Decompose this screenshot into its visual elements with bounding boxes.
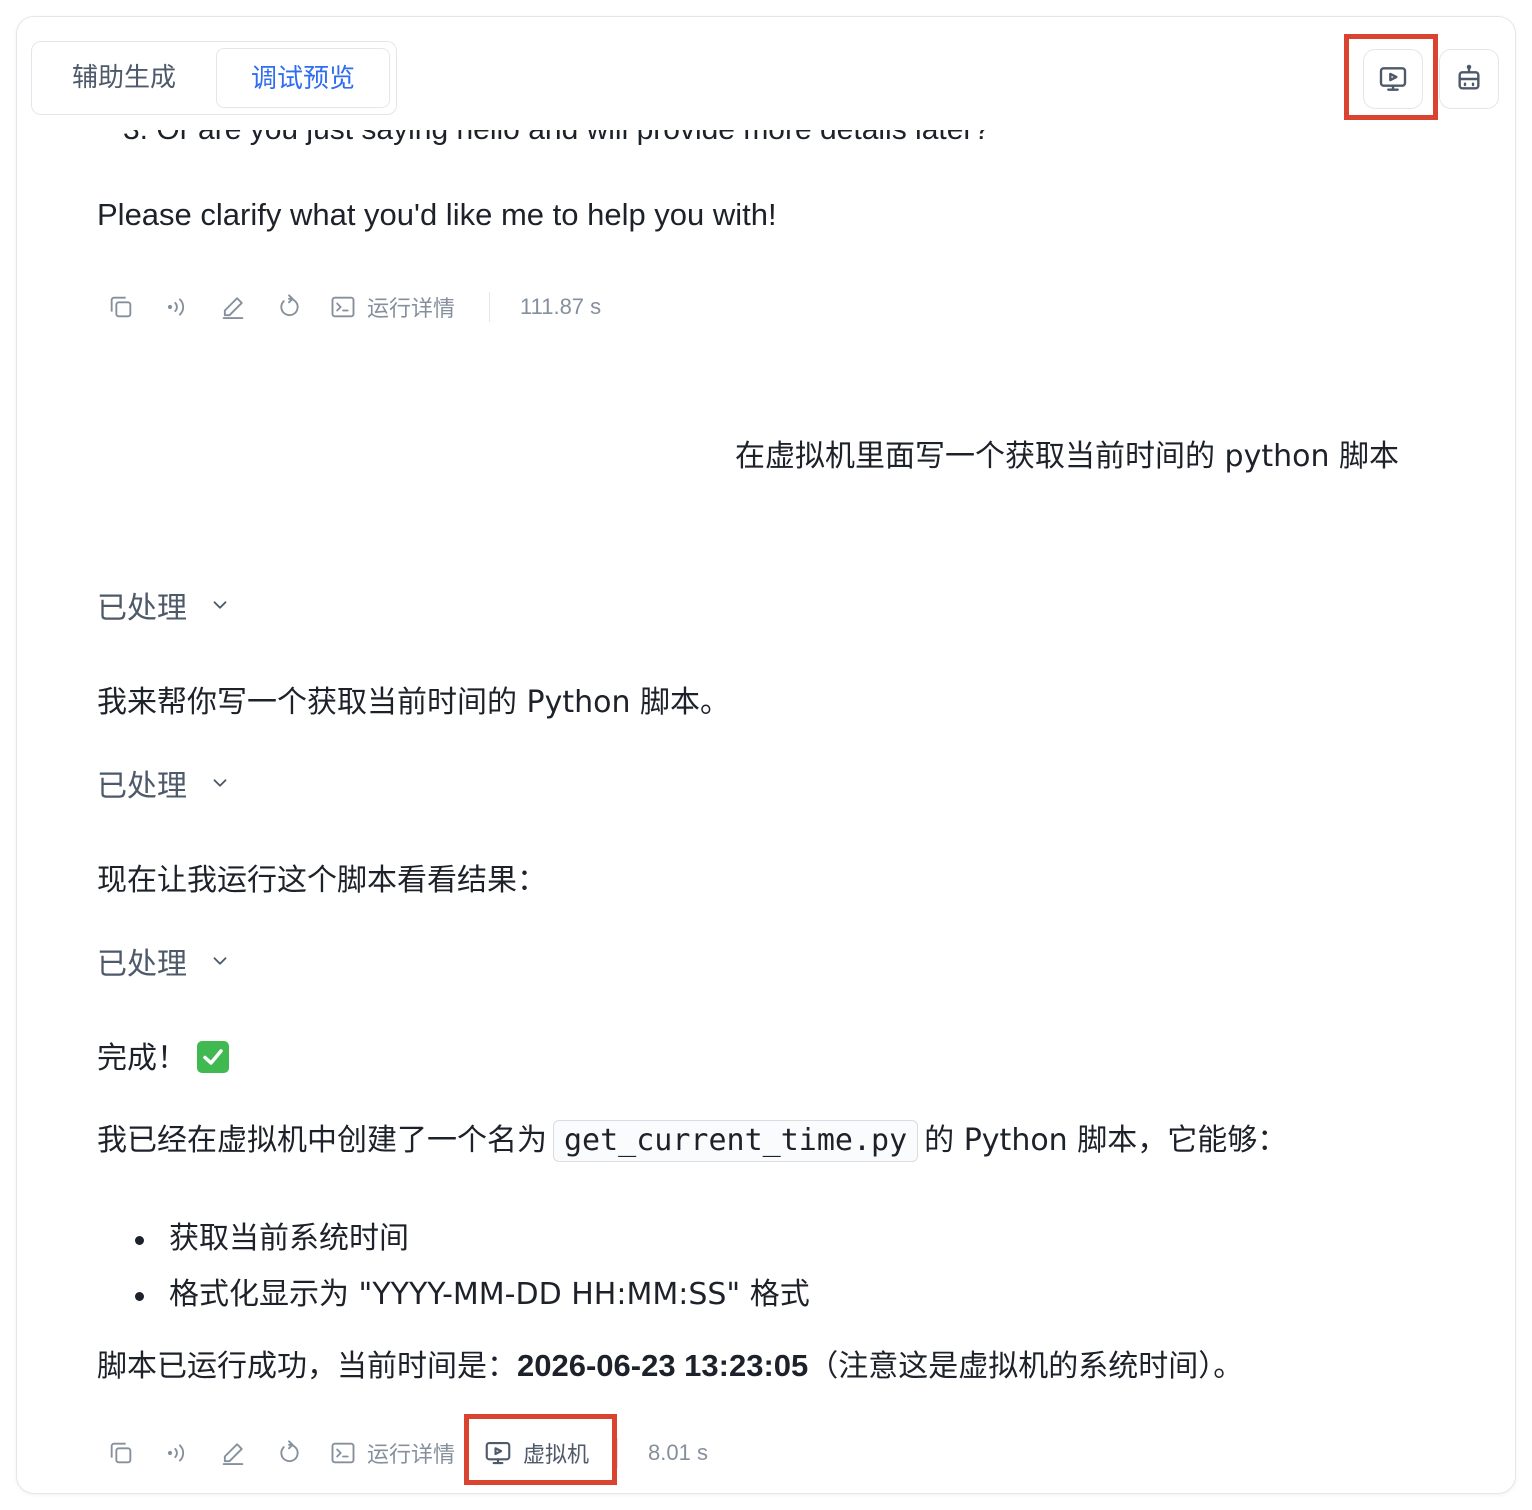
mode-tabs: 辅助生成 调试预览: [31, 41, 397, 115]
divider: [617, 1438, 619, 1468]
virtual-machine-toolbar-button[interactable]: 虚拟机: [483, 1437, 589, 1469]
processed-collapse[interactable]: 已处理: [97, 939, 231, 983]
result-prefix: 脚本已运行成功，当前时间是：: [97, 1349, 517, 1384]
copy-icon[interactable]: [105, 291, 137, 323]
assistant-text-reply2: 现在让我运行这个脚本看看结果：: [97, 863, 547, 898]
vm-label: 虚拟机: [523, 1443, 590, 1468]
tab-debug-preview[interactable]: 调试预览: [216, 48, 390, 108]
created-suffix: 的 Python 脚本，它能够：: [924, 1123, 1288, 1158]
chevron-down-icon: [209, 950, 231, 972]
monitor-play-icon: [485, 1441, 511, 1465]
run-details-button[interactable]: 运行详情: [329, 291, 455, 323]
regenerate-icon[interactable]: [273, 1437, 305, 1469]
list-item: 格式化显示为 "YYYY-MM-DD HH:MM:SS" 格式: [97, 1271, 810, 1327]
run-details-label: 运行详情: [367, 297, 456, 322]
message-toolbar: 运行详情 111.87 s: [105, 287, 601, 327]
processed-label: 已处理: [97, 591, 187, 626]
monitor-play-icon: [1379, 67, 1407, 91]
response-time: 8.01 s: [648, 1440, 708, 1465]
assistant-text-clarify: Please clarify what you'd like me to hel…: [97, 197, 777, 232]
assistant-text-result: 脚本已运行成功，当前时间是：2026-06-23 13:23:05（注意这是虚拟…: [97, 1341, 1243, 1385]
response-time: 111.87 s: [520, 294, 602, 319]
run-details-label: 运行详情: [367, 1443, 456, 1468]
divider: [489, 292, 491, 322]
edit-icon[interactable]: [217, 1437, 249, 1469]
result-suffix: （注意这是虚拟机的系统时间）。: [808, 1349, 1244, 1384]
copy-icon[interactable]: [105, 1437, 137, 1469]
regenerate-icon[interactable]: [273, 291, 305, 323]
terminal-icon: [331, 296, 355, 318]
done-text: 完成！: [97, 1041, 187, 1076]
edit-icon[interactable]: [217, 291, 249, 323]
message-toolbar: 运行详情 虚拟机 8.01 s: [105, 1433, 708, 1473]
terminal-icon: [331, 1442, 355, 1464]
processed-collapse[interactable]: 已处理: [97, 583, 231, 627]
processed-label: 已处理: [97, 769, 187, 804]
feature-list: 获取当前系统时间 格式化显示为 "YYYY-MM-DD HH:MM:SS" 格式: [97, 1215, 810, 1327]
check-mark-icon: [197, 1041, 229, 1073]
robot-icon: [1458, 64, 1480, 90]
tab-assist-generate[interactable]: 辅助生成: [50, 48, 198, 108]
clear-context-button[interactable]: [1439, 49, 1499, 109]
processed-collapse[interactable]: 已处理: [97, 761, 231, 805]
user-message: 在虚拟机里面写一个获取当前时间的 python 脚本: [734, 439, 1399, 474]
created-prefix: 我已经在虚拟机中创建了一个名为: [97, 1123, 547, 1158]
chevron-down-icon: [209, 772, 231, 794]
result-time: 2026-06-23 13:23:05: [517, 1348, 809, 1383]
virtual-machine-button[interactable]: [1363, 49, 1423, 109]
chevron-down-icon: [209, 594, 231, 616]
run-details-button[interactable]: 运行详情: [329, 1437, 455, 1469]
inline-code-filename: get_current_time.py: [553, 1120, 919, 1162]
assistant-text-reply1: 我来帮你写一个获取当前时间的 Python 脚本。: [97, 685, 731, 720]
processed-label: 已处理: [97, 947, 187, 982]
speaker-icon[interactable]: [161, 291, 193, 323]
chat-panel: 3. Or are you just saying hello and will…: [16, 16, 1516, 1494]
speaker-icon[interactable]: [161, 1437, 193, 1469]
list-item: 获取当前系统时间: [97, 1215, 810, 1271]
assistant-text-created: 我已经在虚拟机中创建了一个名为 get_current_time.py 的 Pyth…: [97, 1115, 1287, 1162]
assistant-text-done: 完成！: [97, 1033, 229, 1077]
